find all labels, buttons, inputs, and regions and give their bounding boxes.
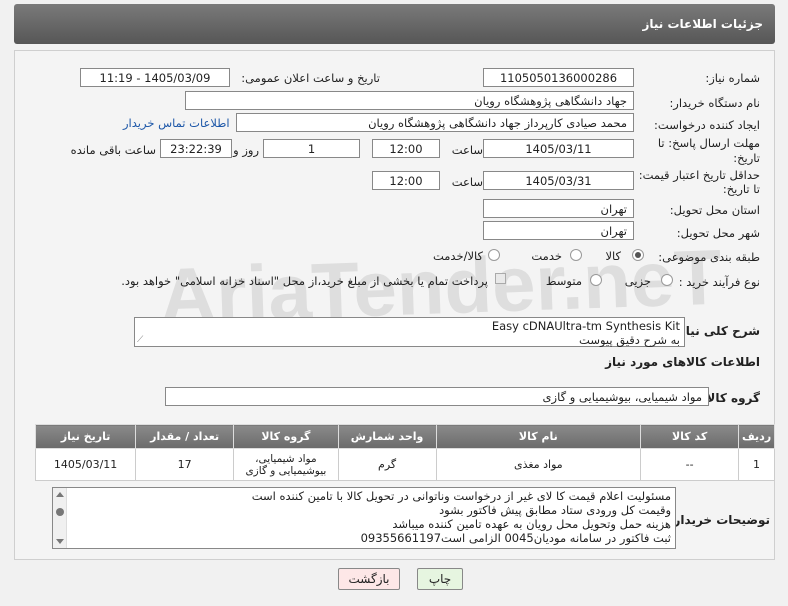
- process-minor-radio[interactable]: [661, 274, 673, 286]
- process-medium-radio[interactable]: [590, 274, 602, 286]
- buyer-note-line: ثبت فاکتور در سامانه مودیان0045 الزامی ا…: [360, 531, 671, 545]
- category-service-radio[interactable]: [570, 249, 582, 261]
- cell-row: 1: [738, 448, 775, 481]
- city-label: شهر محل تحویل:: [676, 226, 760, 240]
- scroll-up-icon[interactable]: [56, 492, 64, 497]
- deadline-label: مهلت ارسال پاسخ: تا: [657, 136, 760, 150]
- process-medium-label: متوسط: [545, 274, 582, 288]
- general-desc-box: Easy cDNAUltra-tm Synthesis Kit به شرح د…: [134, 317, 685, 347]
- validity-time-label: ساعت: [451, 175, 483, 189]
- category-label: طبقه بندی موضوعی:: [658, 250, 760, 264]
- creator-field: محمد صیادی کارپرداز جهاد دانشگاهی پژوهشگ…: [236, 113, 634, 132]
- cell-code: --: [640, 448, 740, 481]
- category-both-radio[interactable]: [488, 249, 500, 261]
- cell-quantity: 17: [135, 448, 235, 481]
- back-button[interactable]: بازگشت: [338, 568, 400, 590]
- col-row: ردیف: [738, 424, 775, 449]
- province-field: تهران: [483, 199, 634, 218]
- cell-group: مواد شیمیایی، بیوشیمیایی و گازی: [233, 448, 339, 481]
- validity-date-field: 1405/03/31: [483, 171, 634, 190]
- page: جزئیات اطلاعات نیاز AriaTender.neT شماره…: [0, 0, 788, 606]
- table-row: 1 -- مواد مغذی گرم مواد شیمیایی، بیوشیمی…: [34, 448, 775, 481]
- announce-label: تاریخ و ساعت اعلان عمومی:: [241, 71, 380, 85]
- days-field: 1: [263, 139, 360, 158]
- buyer-notes-label: توضیحات خریدار:: [668, 513, 770, 527]
- cell-name: مواد مغذی: [435, 448, 642, 481]
- category-goods-label: کالا: [605, 249, 621, 263]
- col-date: تاریخ نیاز: [34, 424, 137, 449]
- page-title: جزئیات اطلاعات نیاز: [14, 4, 775, 44]
- validity-time-field: 12:00: [372, 171, 440, 190]
- need-number-field: 1105050136000286: [483, 68, 634, 87]
- deadline-date-field: 1405/03/11: [483, 139, 634, 158]
- category-service-label: خدمت: [531, 249, 562, 263]
- buyer-notes-box: مسئولیت اعلام قیمت کا لای غیر از درخواست…: [52, 487, 676, 549]
- city-field: تهران: [483, 221, 634, 240]
- goods-info-title: اطلاعات کالاهای مورد نیاز: [605, 355, 760, 369]
- goods-table: ردیف کد کالا نام کالا واحد شمارش گروه کا…: [34, 424, 775, 481]
- deadline-label-date: تاریخ:: [733, 151, 760, 165]
- buyer-note-line: مسئولیت اعلام قیمت کا لای غیر از درخواست…: [251, 489, 671, 503]
- category-goods-radio[interactable]: [632, 249, 644, 261]
- col-name: نام کالا: [435, 424, 642, 449]
- category-both-label: کالا/خدمت: [432, 249, 483, 263]
- col-code: کد کالا: [640, 424, 740, 449]
- validity-label-date: تا تاریخ:: [722, 182, 760, 196]
- col-group: گروه کالا: [233, 424, 339, 449]
- buyer-note-line: وقیمت کل ورودی ستاد مطابق پیش فاکتور بشو…: [439, 503, 671, 517]
- general-desc-label: شرح کلی نیاز:: [674, 324, 760, 338]
- general-desc-line2: به شرح دقیق پیوست: [579, 333, 680, 347]
- buyer-note-line: هزینه حمل وتحویل محل رویان به عهده تامین…: [392, 517, 671, 531]
- treasury-payment-note: پرداخت تمام یا بخشی از مبلغ خرید،از محل …: [121, 274, 488, 288]
- scroll-down-icon[interactable]: [56, 539, 64, 544]
- buyer-org-label: نام دستگاه خریدار:: [669, 96, 760, 110]
- notes-scrollbar[interactable]: [53, 488, 67, 548]
- cell-unit: گرم: [337, 448, 437, 481]
- process-minor-label: جزیی: [624, 274, 651, 288]
- general-desc-line1: Easy cDNAUltra-tm Synthesis Kit: [491, 319, 680, 333]
- goods-group-field: مواد شیمیایی، بیوشیمیایی و گازی: [165, 387, 709, 406]
- scroll-thumb[interactable]: [56, 508, 64, 516]
- announce-field: 1405/03/09 - 11:19: [80, 68, 230, 87]
- creator-label: ایجاد کننده درخواست:: [654, 118, 760, 132]
- province-label: استان محل تحویل:: [669, 203, 760, 217]
- cell-date: 1405/03/11: [34, 448, 137, 481]
- buyer-org-field: جهاد دانشگاهی پژوهشگاه رویان: [185, 91, 634, 110]
- buyer-notes-text: مسئولیت اعلام قیمت کا لای غیر از درخواست…: [252, 489, 671, 545]
- remaining-time-field: 23:22:39: [160, 139, 232, 158]
- remaining-label: ساعت باقی مانده: [70, 143, 156, 157]
- process-label: نوع فرآیند خرید :: [678, 275, 760, 289]
- col-unit: واحد شمارش: [337, 424, 437, 449]
- deadline-time-field: 12:00: [372, 139, 440, 158]
- need-number-label: شماره نیاز:: [705, 71, 760, 85]
- col-quantity: تعداد / مقدار: [135, 424, 235, 449]
- buyer-contact-link[interactable]: اطلاعات تماس خریدار: [123, 116, 230, 130]
- print-button[interactable]: چاپ: [417, 568, 463, 590]
- resize-grip-icon[interactable]: ⟋: [137, 335, 143, 345]
- days-label: روز و: [233, 143, 259, 157]
- validity-label: حداقل تاریخ اعتبار قیمت:: [638, 168, 760, 182]
- goods-group-label: گروه کالا:: [701, 391, 760, 405]
- deadline-time-label: ساعت: [451, 143, 483, 157]
- treasury-payment-checkbox[interactable]: [495, 273, 506, 284]
